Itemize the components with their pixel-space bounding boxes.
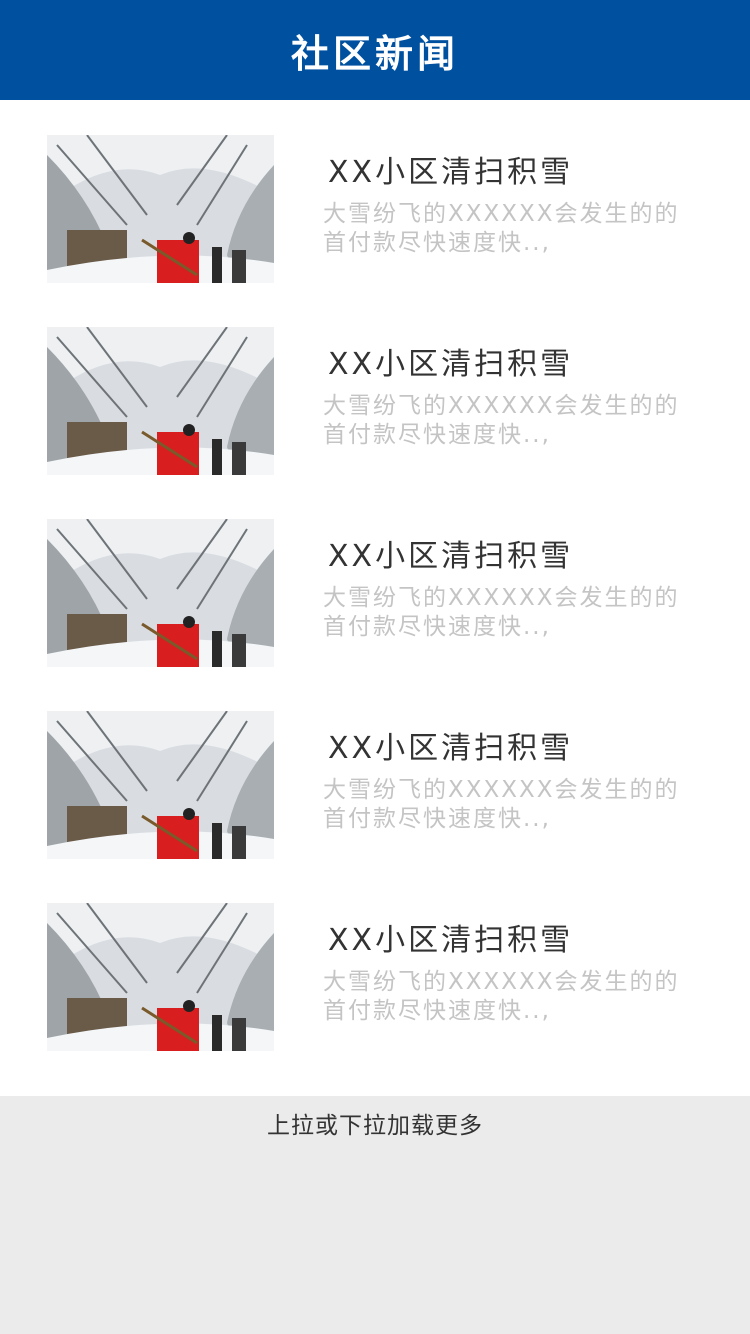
news-item[interactable]: XX小区清扫积雪 大雪纷飞的XXXXXX会发生的的首付款尽快速度快.., (0, 292, 750, 484)
news-summary: 大雪纷飞的XXXXXX会发生的的首付款尽快速度快.., (323, 393, 680, 448)
news-title[interactable]: XX小区清扫积雪 (323, 538, 713, 576)
news-text: XX小区清扫积雪 大雪纷飞的XXXXXX会发生的的首付款尽快速度快.., (323, 730, 713, 834)
news-title[interactable]: XX小区清扫积雪 (323, 154, 713, 192)
snow-photo-image (47, 519, 274, 667)
news-text: XX小区清扫积雪 大雪纷飞的XXXXXX会发生的的首付款尽快速度快.., (323, 922, 713, 1026)
load-more-area[interactable]: 上拉或下拉加载更多 (0, 1096, 750, 1334)
news-text: XX小区清扫积雪 大雪纷飞的XXXXXX会发生的的首付款尽快速度快.., (323, 538, 713, 642)
news-summary: 大雪纷飞的XXXXXX会发生的的首付款尽快速度快.., (323, 777, 680, 832)
news-thumbnail[interactable] (47, 135, 274, 283)
news-summary: 大雪纷飞的XXXXXX会发生的的首付款尽快速度快.., (323, 201, 680, 256)
news-text: XX小区清扫积雪 大雪纷飞的XXXXXX会发生的的首付款尽快速度快.., (323, 154, 713, 258)
snow-photo-image (47, 327, 274, 475)
news-text: XX小区清扫积雪 大雪纷飞的XXXXXX会发生的的首付款尽快速度快.., (323, 346, 713, 450)
load-more-hint: 上拉或下拉加载更多 (267, 1113, 483, 1139)
news-item[interactable]: XX小区清扫积雪 大雪纷飞的XXXXXX会发生的的首付款尽快速度快.., (0, 484, 750, 676)
page-title: 社区新闻 (290, 31, 459, 76)
snow-photo-image (47, 135, 274, 283)
news-thumbnail[interactable] (47, 327, 274, 475)
news-item[interactable]: XX小区清扫积雪 大雪纷飞的XXXXXX会发生的的首付款尽快速度快.., (0, 100, 750, 292)
news-summary: 大雪纷飞的XXXXXX会发生的的首付款尽快速度快.., (323, 969, 680, 1024)
news-item[interactable]: XX小区清扫积雪 大雪纷飞的XXXXXX会发生的的首付款尽快速度快.., (0, 676, 750, 868)
app-header: 社区新闻 (0, 0, 750, 100)
news-title[interactable]: XX小区清扫积雪 (323, 922, 713, 960)
news-thumbnail[interactable] (47, 711, 274, 859)
news-list[interactable]: XX小区清扫积雪 大雪纷飞的XXXXXX会发生的的首付款尽快速度快.., XX小… (0, 100, 750, 1096)
news-summary: 大雪纷飞的XXXXXX会发生的的首付款尽快速度快.., (323, 585, 680, 640)
snow-photo-image (47, 711, 274, 859)
news-thumbnail[interactable] (47, 903, 274, 1051)
snow-photo-image (47, 903, 274, 1051)
news-item[interactable]: XX小区清扫积雪 大雪纷飞的XXXXXX会发生的的首付款尽快速度快.., (0, 868, 750, 1060)
news-title[interactable]: XX小区清扫积雪 (323, 346, 713, 384)
news-thumbnail[interactable] (47, 519, 274, 667)
news-title[interactable]: XX小区清扫积雪 (323, 730, 713, 768)
